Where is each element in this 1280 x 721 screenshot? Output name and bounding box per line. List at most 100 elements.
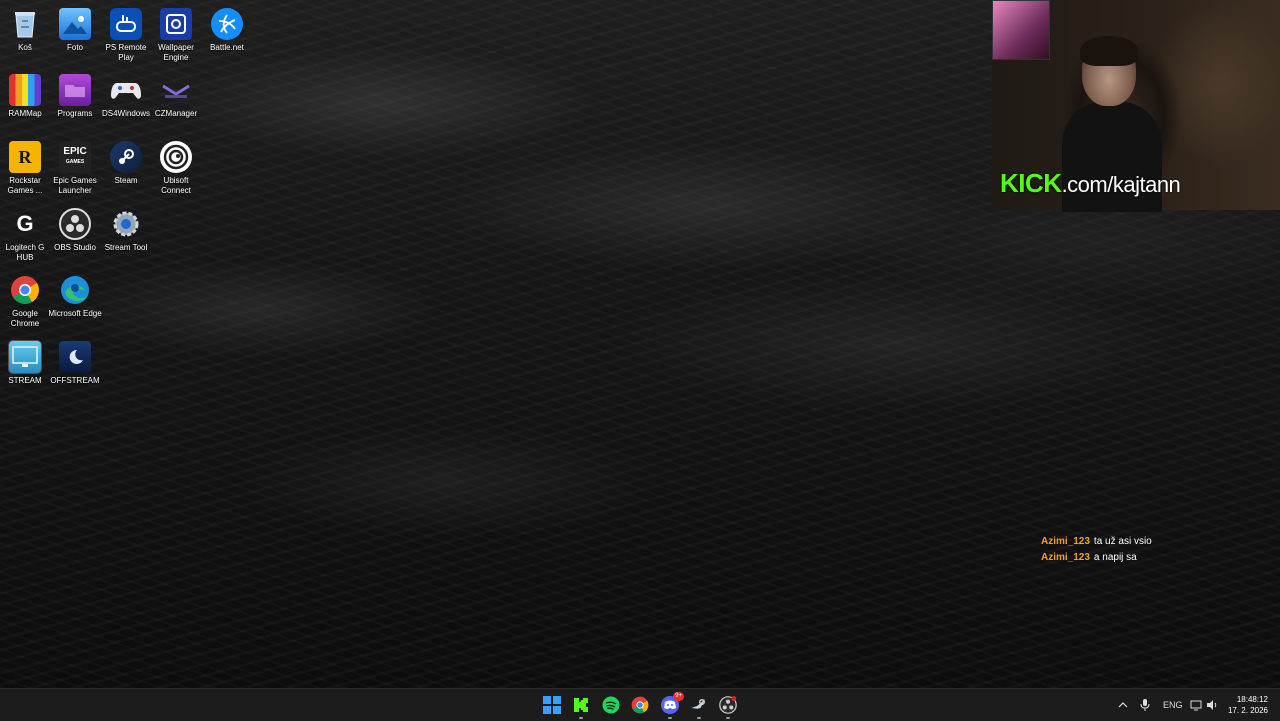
tray-microphone[interactable] — [1140, 689, 1150, 721]
desktop-icon-label: Steam — [114, 176, 138, 185]
epic-games-icon: EPIC GAMES — [59, 141, 91, 173]
desktop-icon-label: DS4Windows — [101, 109, 150, 118]
chat-text: a napij sa — [1093, 552, 1137, 563]
desktop-icon-label: Stream Tool — [104, 243, 148, 252]
recycle-bin-icon — [9, 8, 41, 40]
desktop-icon-label: RAMMap — [8, 109, 42, 118]
webcam-thumbnail — [992, 0, 1050, 60]
running-indicator — [697, 717, 701, 719]
desktop-icon-stream-tool[interactable]: Stream Tool — [101, 204, 151, 270]
desktop-icon-label: Programs — [57, 109, 93, 118]
desktop-icon-stream[interactable]: STREAM — [0, 337, 50, 403]
desktop-icon-recycle-bin[interactable]: Koš — [0, 4, 50, 70]
desktop-icon-offstream[interactable]: OFFSTREAM — [50, 337, 100, 403]
chat-text: ta už asi vsio — [1093, 536, 1152, 547]
discord-notification-badge: 9+ — [673, 692, 684, 701]
tray-volume[interactable] — [1206, 689, 1218, 721]
obs-icon — [719, 696, 737, 714]
chat-overlay: Azimi_123 ta už asi vsio Azimi_123 a napij… — [1041, 534, 1152, 566]
kick-icon — [574, 698, 588, 712]
taskbar-chrome[interactable] — [630, 695, 650, 715]
kick-channel-url: KICK.com/kajtann — [1000, 168, 1181, 199]
edge-icon — [59, 274, 91, 306]
ps-remote-play-icon — [110, 8, 142, 40]
photos-icon — [59, 8, 91, 40]
tray-network[interactable] — [1190, 689, 1202, 721]
start-button[interactable] — [542, 695, 562, 715]
chat-username: Azimi_123 — [1041, 552, 1090, 563]
desktop-icon-epic-games[interactable]: EPIC GAMES Epic Games Launcher — [50, 137, 100, 203]
desktop-icon-label: Wallpaper Engine — [158, 43, 194, 62]
taskbar-kick[interactable] — [571, 695, 591, 719]
ds4windows-icon — [110, 74, 142, 106]
rockstar-icon: R — [9, 141, 41, 173]
desktop-icon-wallpaper-engine[interactable]: Wallpaper Engine — [151, 4, 201, 70]
steam-icon — [110, 141, 142, 173]
rammap-icon — [9, 74, 41, 106]
chrome-icon — [631, 696, 649, 714]
speaker-icon — [1207, 700, 1217, 710]
running-indicator — [726, 717, 730, 719]
desktop-icon-label: OBS Studio — [54, 243, 96, 252]
desktop-icon-label: Microsoft Edge — [48, 309, 102, 318]
taskbar-obs[interactable] — [718, 695, 738, 719]
desktop-icon-label: Epic Games Launcher — [53, 176, 97, 195]
desktop-icon-ubisoft[interactable]: Ubisoft Connect — [151, 137, 201, 203]
chat-message: Azimi_123 a napij sa — [1041, 550, 1152, 566]
gear-icon — [110, 208, 142, 240]
desktop-icon-label: CZManager — [154, 109, 198, 118]
logitech-icon: G — [16, 211, 34, 236]
desktop-icon-obs[interactable]: OBS Studio — [50, 204, 100, 270]
chat-message: Azimi_123 ta už asi vsio — [1041, 534, 1152, 550]
wallpaper-engine-icon — [160, 8, 192, 40]
desktop-icon-chrome[interactable]: Google Chrome — [0, 270, 50, 336]
desktop-icon-label: Google Chrome — [10, 309, 40, 328]
desktop-icon-rammap[interactable]: RAMMap — [0, 70, 50, 136]
epic-logo-subtext: GAMES — [65, 159, 85, 165]
desktop-icon-label: STREAM — [8, 376, 42, 385]
streamer-hair — [1080, 36, 1138, 66]
chevron-up-icon — [1118, 702, 1128, 708]
desktop-icon-czmanager[interactable]: CZManager — [151, 70, 201, 136]
ubisoft-icon — [160, 141, 192, 173]
clock-date: 17. 2. 2026 — [1227, 706, 1268, 715]
desktop-icon-label: Rockstar Games ... — [7, 176, 43, 195]
running-indicator — [668, 717, 672, 719]
system-clock[interactable]: 18:48:12 17. 2. 2026 — [1228, 694, 1268, 716]
microphone-icon — [1140, 699, 1150, 711]
desktop-icon-ps-remote-play[interactable]: PS Remote Play — [101, 4, 151, 70]
desktop-icon-ds4windows[interactable]: DS4Windows — [101, 70, 151, 136]
desktop-icon-label: Koš — [18, 43, 32, 52]
obs-icon — [59, 208, 91, 240]
epic-logo-text: EPIC — [63, 146, 87, 157]
battlenet-icon — [211, 8, 243, 40]
desktop-icon-programs[interactable]: Programs — [50, 70, 100, 136]
programs-folder-icon — [59, 74, 91, 106]
steam-icon — [691, 699, 705, 709]
spotify-icon — [602, 696, 620, 714]
desktop-icon-photos[interactable]: Foto — [50, 4, 100, 70]
kick-logo: KICK — [1000, 168, 1062, 198]
taskbar-steam[interactable] — [689, 695, 709, 719]
monitor-icon — [8, 340, 42, 374]
desktop-icon-label: PS Remote Play — [105, 43, 147, 62]
desktop-icon-battlenet[interactable]: Battle.net — [202, 4, 252, 70]
taskbar-spotify[interactable] — [601, 695, 621, 715]
desktop-icon-label: Ubisoft Connect — [161, 176, 191, 195]
desktop-icon-label: Logitech G HUB — [5, 243, 45, 262]
language-indicator[interactable]: ENG — [1163, 689, 1183, 721]
taskbar: 9+ ENG 18:48:12 17. 2. 2026 — [0, 688, 1280, 721]
network-icon — [1190, 700, 1202, 711]
tray-overflow-button[interactable] — [1118, 689, 1128, 721]
desktop-icon-label: OFFSTREAM — [50, 376, 100, 385]
desktop-icon-steam[interactable]: Steam — [101, 137, 151, 203]
desktop-icon-label: Foto — [66, 43, 83, 52]
chat-username: Azimi_123 — [1041, 536, 1090, 547]
chrome-icon — [9, 274, 41, 306]
desktop-icon-logitech[interactable]: G Logitech G HUB — [0, 204, 50, 270]
clock-time: 18:48:12 — [1236, 695, 1268, 704]
kick-url-path: .com/kajtann — [1061, 172, 1181, 197]
desktop-icon-edge[interactable]: Microsoft Edge — [48, 270, 102, 336]
taskbar-discord[interactable]: 9+ — [660, 692, 684, 719]
desktop-icon-rockstar[interactable]: R Rockstar Games ... — [0, 137, 50, 203]
